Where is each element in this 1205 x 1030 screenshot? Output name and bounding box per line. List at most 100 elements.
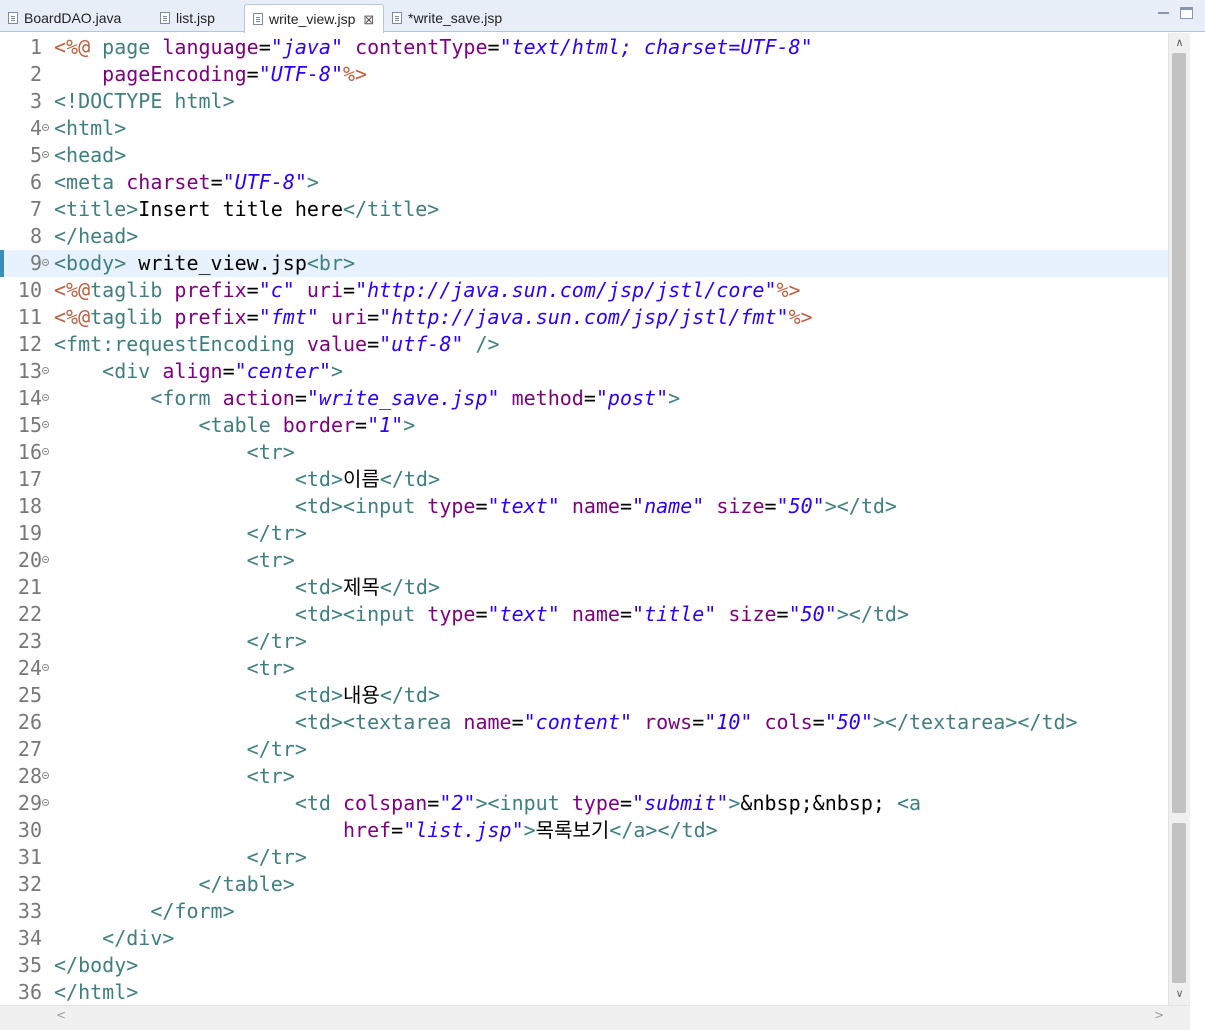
code-token-str: "UTF-8" (258, 62, 344, 86)
close-icon[interactable]: ⊠ (363, 13, 374, 26)
code-token-text: = (246, 305, 259, 329)
code-text: <tr> (54, 439, 295, 466)
code-line[interactable]: 15 <table border="1"> (0, 412, 1168, 439)
line-number: 2 (29, 62, 42, 86)
code-line[interactable]: 16 <tr> (0, 439, 1168, 466)
code-line[interactable]: 17 <td>이름</td> (0, 466, 1168, 493)
code-line[interactable]: 30 href="list.jsp">목록보기</a></td> (0, 817, 1168, 844)
fold-toggle-icon[interactable] (42, 259, 49, 266)
fold-toggle-icon[interactable] (42, 772, 49, 779)
code-text: <form action="write_save.jsp" method="po… (54, 385, 680, 412)
code-line[interactable]: 19 </tr> (0, 520, 1168, 547)
code-token-text: = (764, 494, 777, 518)
code-token-attr: contentType (355, 35, 488, 59)
code-line[interactable]: 36 </html> (0, 979, 1168, 1005)
code-line[interactable]: 6 <meta charset="UTF-8"> (0, 169, 1168, 196)
scroll-down-icon[interactable]: ∨ (1169, 984, 1190, 1004)
scroll-right-icon[interactable]: > (1154, 1008, 1164, 1022)
code-line[interactable]: 33 </form> (0, 898, 1168, 925)
fold-toggle-icon[interactable] (42, 799, 49, 806)
code-token-str: "write_save.jsp" (306, 386, 500, 410)
fold-toggle-icon[interactable] (42, 664, 49, 671)
code-line[interactable]: 14 <form action="write_save.jsp" method=… (0, 385, 1168, 412)
code-line[interactable]: 3 <!DOCTYPE html> (0, 88, 1168, 115)
code-token-tag: ></td> (824, 494, 897, 518)
code-token-text: Insert title here (138, 197, 343, 221)
line-number: 27 (17, 737, 42, 761)
code-token-attr: rows (644, 710, 693, 734)
minimize-icon[interactable] (1157, 7, 1170, 19)
line-number: 33 (17, 899, 42, 923)
code-token-str: "http://java.sun.com/jsp/jstl/fmt" (379, 305, 789, 329)
code-line[interactable]: 22 <td><input type="text" name="title" s… (0, 601, 1168, 628)
code-token-tag: <title> (54, 197, 139, 221)
code-line[interactable]: 27 </tr> (0, 736, 1168, 763)
code-editor[interactable]: 1 <%@ page language="java" contentType="t… (0, 33, 1168, 1005)
code-text: <!DOCTYPE html> (54, 88, 235, 115)
tab-write-view-jsp[interactable]: write_view.jsp ⊠ (244, 4, 384, 33)
code-token-attr: name (571, 494, 620, 518)
scrollbar-thumb[interactable] (1172, 53, 1186, 813)
fold-toggle-icon[interactable] (42, 367, 49, 374)
fold-toggle-icon[interactable] (42, 151, 49, 158)
code-line[interactable]: 21 <td>제목</td> (0, 574, 1168, 601)
maximize-icon[interactable] (1180, 7, 1193, 19)
tab-write-save-jsp[interactable]: *write_save.jsp (384, 4, 514, 32)
code-line[interactable]: 11 <%@taglib prefix="fmt" uri="http://jav… (0, 304, 1168, 331)
code-token-attr: uri (330, 305, 368, 329)
code-line[interactable]: 13 <div align="center"> (0, 358, 1168, 385)
code-line[interactable]: 26 <td><textarea name="content" rows="10… (0, 709, 1168, 736)
code-line[interactable]: 32 </table> (0, 871, 1168, 898)
scroll-up-icon[interactable]: ∧ (1169, 33, 1190, 53)
code-line[interactable]: 2 pageEncoding="UTF-8"%> (0, 61, 1168, 88)
vertical-scrollbar[interactable]: ∧ ∨ (1168, 33, 1190, 1005)
line-number: 5 (29, 143, 42, 167)
code-line[interactable]: 23 </tr> (0, 628, 1168, 655)
code-line[interactable]: 28 <tr> (0, 763, 1168, 790)
code-token-tag: <form (150, 386, 211, 410)
code-line[interactable]: 12 <fmt:requestEncoding value="utf-8" /> (0, 331, 1168, 358)
code-line[interactable]: 9 <body> write_view.jsp<br> (0, 250, 1168, 277)
fold-toggle-icon[interactable] (42, 394, 49, 401)
code-token-tag: > (728, 791, 741, 815)
code-token-str: "fmt" (258, 305, 319, 329)
code-line[interactable]: 5 <head> (0, 142, 1168, 169)
code-line[interactable]: 1 <%@ page language="java" contentType="t… (0, 34, 1168, 61)
fold-toggle-icon[interactable] (42, 448, 49, 455)
code-line[interactable]: 34 </div> (0, 925, 1168, 952)
code-line[interactable]: 18 <td><input type="text" name="name" si… (0, 493, 1168, 520)
line-number: 29 (17, 791, 42, 815)
tab-list-jsp[interactable]: list.jsp (152, 4, 244, 32)
code-token-text: = (367, 332, 380, 356)
code-line[interactable]: 20 <tr> (0, 547, 1168, 574)
code-line[interactable]: 31 </tr> (0, 844, 1168, 871)
scroll-left-icon[interactable]: < (56, 1008, 66, 1022)
code-line[interactable]: 7 <title>Insert title here</title> (0, 196, 1168, 223)
code-text: <head> (54, 142, 126, 169)
code-line[interactable]: 35 </body> (0, 952, 1168, 979)
code-token-attr: prefix (174, 305, 247, 329)
code-line[interactable]: 29 <td colspan="2"><input type="submit">… (0, 790, 1168, 817)
code-token-attr: uri (306, 278, 344, 302)
fold-toggle-icon[interactable] (42, 421, 49, 428)
code-token-tag: ><input (475, 791, 560, 815)
scrollbar-thumb-lower[interactable] (1172, 823, 1186, 983)
code-token-tag: <tr> (246, 764, 295, 788)
code-line[interactable]: 8 </head> (0, 223, 1168, 250)
code-token-text: 내용 (343, 683, 380, 707)
line-number: 17 (17, 467, 42, 491)
fold-toggle-icon[interactable] (42, 556, 49, 563)
code-text: <%@ page language="java" contentType="te… (54, 34, 813, 61)
code-token-text: = (343, 278, 356, 302)
tab-boarddao-java[interactable]: BoardDAO.java (0, 4, 128, 32)
code-line[interactable]: 4 <html> (0, 115, 1168, 142)
code-text: <fmt:requestEncoding value="utf-8" /> (54, 331, 500, 358)
fold-toggle-icon[interactable] (42, 124, 49, 131)
code-text: <tr> (54, 763, 295, 790)
horizontal-scrollbar[interactable]: < > (0, 1005, 1190, 1030)
code-line[interactable]: 24 <tr> (0, 655, 1168, 682)
code-token-str: "java" (270, 35, 344, 59)
code-line[interactable]: 10 <%@taglib prefix="c" uri="http://java.… (0, 277, 1168, 304)
code-line[interactable]: 25 <td>내용</td> (0, 682, 1168, 709)
